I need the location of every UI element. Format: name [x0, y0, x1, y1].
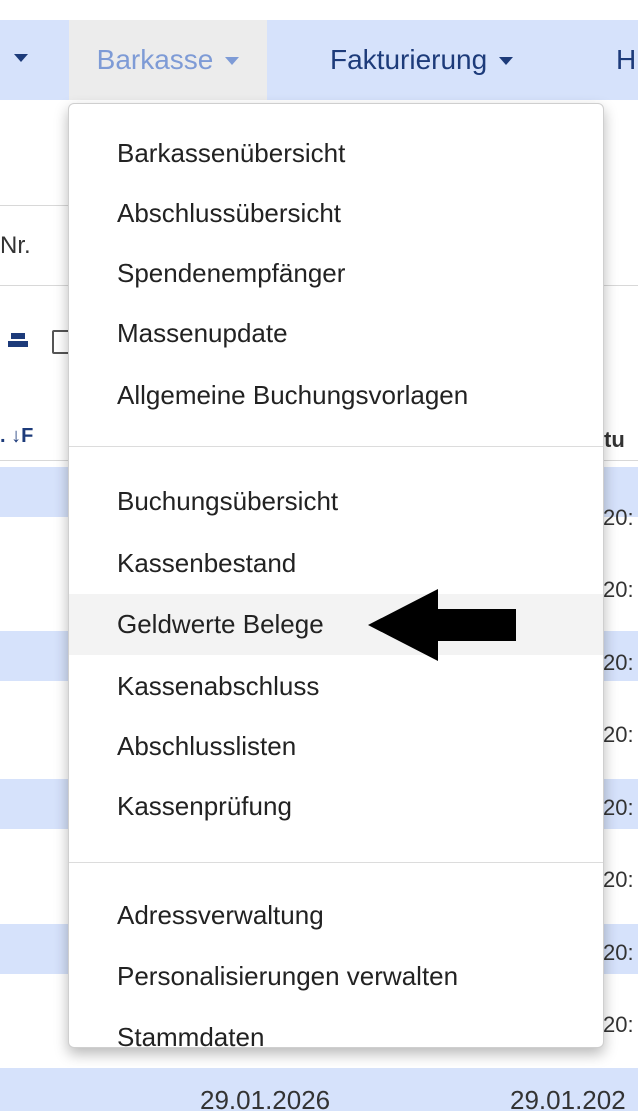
nav-tab-barkasse[interactable]: Barkasse: [69, 20, 267, 100]
table-cell-date: 20:: [603, 650, 634, 675]
nav-tab-label: Barkasse: [96, 44, 214, 75]
divider-line: [604, 285, 638, 286]
caret-down-icon: [499, 57, 514, 65]
table-cell-date: 20:: [603, 795, 634, 820]
nav-tab-label: H: [616, 44, 637, 75]
table-cell-date: 20:: [603, 940, 634, 965]
sort-indicator[interactable]: . ↓F: [0, 425, 33, 448]
divider-line: [0, 285, 70, 286]
menu-item-allgemeine-buchungsvorlagen[interactable]: Allgemeine Buchungsvorlagen: [69, 366, 603, 424]
menu-item-barkassenuebersicht[interactable]: Barkassenübersicht: [69, 124, 603, 182]
menu-item-personalisierungen-verwalten[interactable]: Personalisierungen verwalten: [69, 947, 603, 1005]
nav-tab-fakturierung[interactable]: Fakturierung: [330, 20, 514, 100]
menu-item-spendenempfaenger[interactable]: Spendenempfänger: [69, 244, 603, 302]
caret-down-icon: [225, 57, 240, 65]
table-cell-date: 29.01.2026: [200, 1085, 331, 1115]
table-cell-date: 20:: [603, 722, 634, 747]
column-header-nr[interactable]: Nr.: [0, 232, 31, 260]
menu-item-massenupdate[interactable]: Massenupdate: [69, 304, 603, 362]
menu-item-stammdaten[interactable]: Stammdaten: [69, 1008, 603, 1066]
menu-item-kassenabschluss[interactable]: Kassenabschluss: [69, 657, 603, 715]
menu-item-buchungsuebersicht[interactable]: Buchungsübersicht: [69, 472, 603, 530]
table-cell-date: 20:: [603, 577, 634, 602]
menu-divider: [69, 862, 603, 863]
nav-tab-label: Fakturierung: [330, 44, 488, 75]
nav-tab-h[interactable]: H: [616, 20, 636, 100]
caret-down-icon[interactable]: [14, 54, 28, 62]
arrow-left-icon: [368, 589, 516, 661]
divider-line: [0, 205, 70, 206]
menu-item-kassenpruefung[interactable]: Kassenprüfung: [69, 777, 603, 835]
menu-item-abschlusslisten[interactable]: Abschlusslisten: [69, 717, 603, 775]
table-cell-date: 20:: [603, 505, 634, 530]
menu-item-geldwerte-belege[interactable]: Geldwerte Belege: [69, 594, 603, 655]
export-icon[interactable]: [8, 330, 28, 350]
menu-item-abschlussuebersicht[interactable]: Abschlussübersicht: [69, 184, 603, 242]
table-cell-date: 29.01.202: [510, 1085, 626, 1115]
table-cell-date: 20:: [603, 867, 634, 892]
menu-item-kassenbestand[interactable]: Kassenbestand: [69, 534, 603, 592]
top-navbar: Barkasse Fakturierung H: [0, 0, 638, 103]
menu-divider: [69, 446, 603, 447]
barkasse-dropdown-menu: Barkassenübersicht Abschlussübersicht Sp…: [68, 103, 604, 1052]
column-header-date[interactable]: tu: [604, 427, 625, 453]
menu-item-adressverwaltung[interactable]: Adressverwaltung: [69, 886, 603, 944]
table-cell-date: 20:: [603, 1012, 634, 1037]
